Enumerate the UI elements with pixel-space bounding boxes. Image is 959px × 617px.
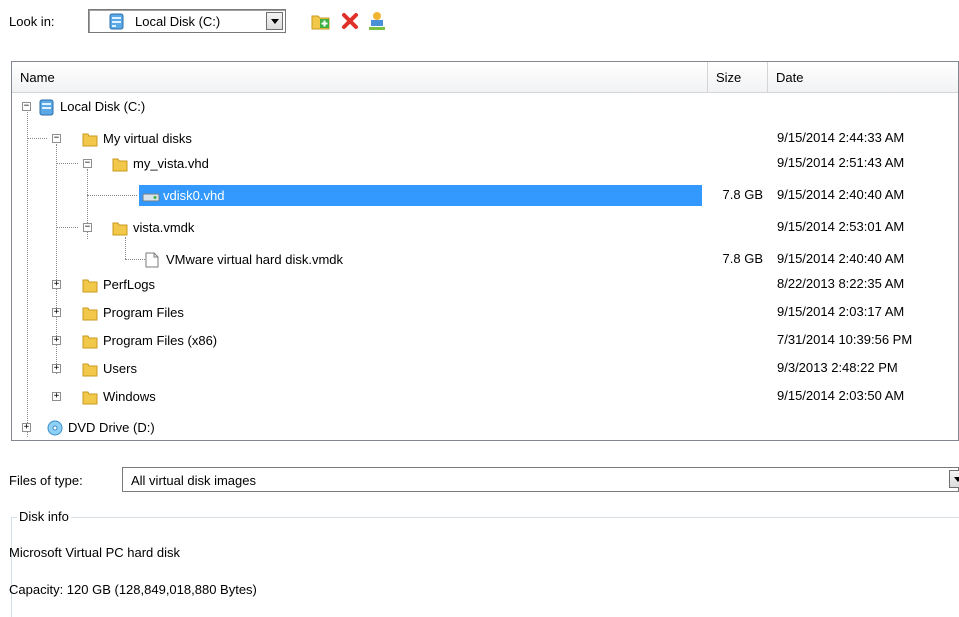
file-icon xyxy=(145,252,161,268)
delete-icon[interactable] xyxy=(339,10,361,32)
tree-row[interactable]: − my_vista.vhd 9/15/2014 2:51:43 AM xyxy=(12,151,958,176)
expand-icon[interactable]: + xyxy=(22,423,31,432)
tree-item-label: vista.vmdk xyxy=(133,220,195,235)
expand-icon[interactable]: + xyxy=(52,308,61,317)
chevron-down-icon[interactable] xyxy=(949,470,959,488)
tree-item-label: vdisk0.vhd xyxy=(163,188,225,203)
tree-row-selected[interactable]: vdisk0.vhd 7.8 GB 9/15/2014 2:40:40 AM xyxy=(12,183,958,208)
date-cell: 9/15/2014 2:53:01 AM xyxy=(777,219,905,234)
tree-row[interactable]: + Program Files 9/15/2014 2:03:17 AM xyxy=(12,300,958,325)
tree-item-label: VMware virtual hard disk.vmdk xyxy=(166,252,343,267)
date-cell: 7/31/2014 10:39:56 PM xyxy=(777,332,913,347)
folder-icon xyxy=(112,220,128,236)
chevron-down-icon[interactable] xyxy=(266,12,283,30)
tree-item-label: my_vista.vhd xyxy=(133,156,209,171)
look-in-label: Look in: xyxy=(9,14,55,29)
collapse-icon[interactable]: − xyxy=(52,134,61,143)
drive-icon xyxy=(39,99,55,115)
tree-row[interactable]: + Windows 9/15/2014 2:03:50 AM xyxy=(12,384,958,409)
new-folder-icon[interactable] xyxy=(310,10,332,32)
virtual-disk-icon xyxy=(142,188,160,204)
folder-icon xyxy=(82,277,98,293)
disk-info-group xyxy=(11,517,959,617)
tree-row[interactable]: VMware virtual hard disk.vmdk 7.8 GB 9/1… xyxy=(12,237,958,272)
tree-item-label: DVD Drive (D:) xyxy=(68,420,155,435)
tree-row[interactable]: + Users 9/3/2013 2:48:22 PM xyxy=(12,356,958,381)
disk-info-capacity: Capacity: 120 GB (128,849,018,880 Bytes) xyxy=(9,582,257,597)
expand-icon[interactable]: + xyxy=(52,364,61,373)
column-header: Name Size Date xyxy=(12,62,958,93)
column-date-header[interactable]: Date xyxy=(767,62,959,93)
tree-row[interactable]: + Program Files (x86) 7/31/2014 10:39:56… xyxy=(12,328,958,353)
date-cell: 9/15/2014 2:40:40 AM xyxy=(777,251,905,266)
date-cell: 9/15/2014 2:51:43 AM xyxy=(777,155,905,170)
tree-item-label: My virtual disks xyxy=(103,131,192,146)
date-cell: 9/15/2014 2:44:33 AM xyxy=(777,130,905,145)
tree-item-label: Local Disk (C:) xyxy=(60,99,146,114)
column-size-header[interactable]: Size xyxy=(707,62,767,93)
file-tree-list[interactable]: Name Size Date − Local Disk (C:) − My vi… xyxy=(11,61,959,441)
folder-icon xyxy=(82,361,98,377)
files-of-type-value: All virtual disk images xyxy=(131,473,256,488)
expand-icon[interactable]: + xyxy=(52,336,61,345)
folder-icon xyxy=(82,305,98,321)
drive-icon xyxy=(109,13,124,33)
disk-info-legend: Disk info xyxy=(17,509,71,524)
expand-icon[interactable]: + xyxy=(52,280,61,289)
date-cell: 9/15/2014 2:03:17 AM xyxy=(777,304,905,319)
size-cell: 7.8 GB xyxy=(722,251,763,266)
network-icon[interactable] xyxy=(366,10,388,32)
dvd-icon xyxy=(47,420,63,436)
look-in-value: Local Disk (C:) xyxy=(135,14,221,29)
folder-icon xyxy=(82,333,98,349)
folder-icon xyxy=(82,131,98,147)
disk-info-description: Microsoft Virtual PC hard disk xyxy=(9,545,180,560)
files-of-type-dropdown[interactable]: All virtual disk images xyxy=(122,467,959,492)
tree-item-label: PerfLogs xyxy=(103,277,156,292)
date-cell: 9/15/2014 2:40:40 AM xyxy=(777,187,905,202)
folder-icon xyxy=(82,389,98,405)
tree-item-label: Program Files (x86) xyxy=(103,333,218,348)
collapse-icon[interactable]: − xyxy=(83,223,92,232)
tree-row[interactable]: − Local Disk (C:) xyxy=(12,94,958,119)
collapse-icon[interactable]: − xyxy=(22,102,31,111)
collapse-icon[interactable]: − xyxy=(83,159,92,168)
files-of-type-label: Files of type: xyxy=(9,473,83,488)
tree-row[interactable]: − My virtual disks 9/15/2014 2:44:33 AM xyxy=(12,126,958,151)
tree-row[interactable]: + DVD Drive (D:) xyxy=(12,415,958,440)
tree-row[interactable]: − vista.vmdk 9/15/2014 2:53:01 AM xyxy=(12,215,958,240)
date-cell: 9/3/2013 2:48:22 PM xyxy=(777,360,898,375)
tree-item-label: Program Files xyxy=(103,305,184,320)
look-in-dropdown[interactable]: Local Disk (C:) xyxy=(88,9,286,33)
date-cell: 8/22/2013 8:22:35 AM xyxy=(777,276,905,291)
tree-item-label: Users xyxy=(103,361,137,376)
tree-item-label: Windows xyxy=(103,389,156,404)
tree-row[interactable]: + PerfLogs 8/22/2013 8:22:35 AM xyxy=(12,272,958,297)
date-cell: 9/15/2014 2:03:50 AM xyxy=(777,388,905,403)
expand-icon[interactable]: + xyxy=(52,392,61,401)
folder-icon xyxy=(112,156,128,172)
size-cell: 7.8 GB xyxy=(722,187,763,202)
column-name-header[interactable]: Name xyxy=(12,62,707,93)
